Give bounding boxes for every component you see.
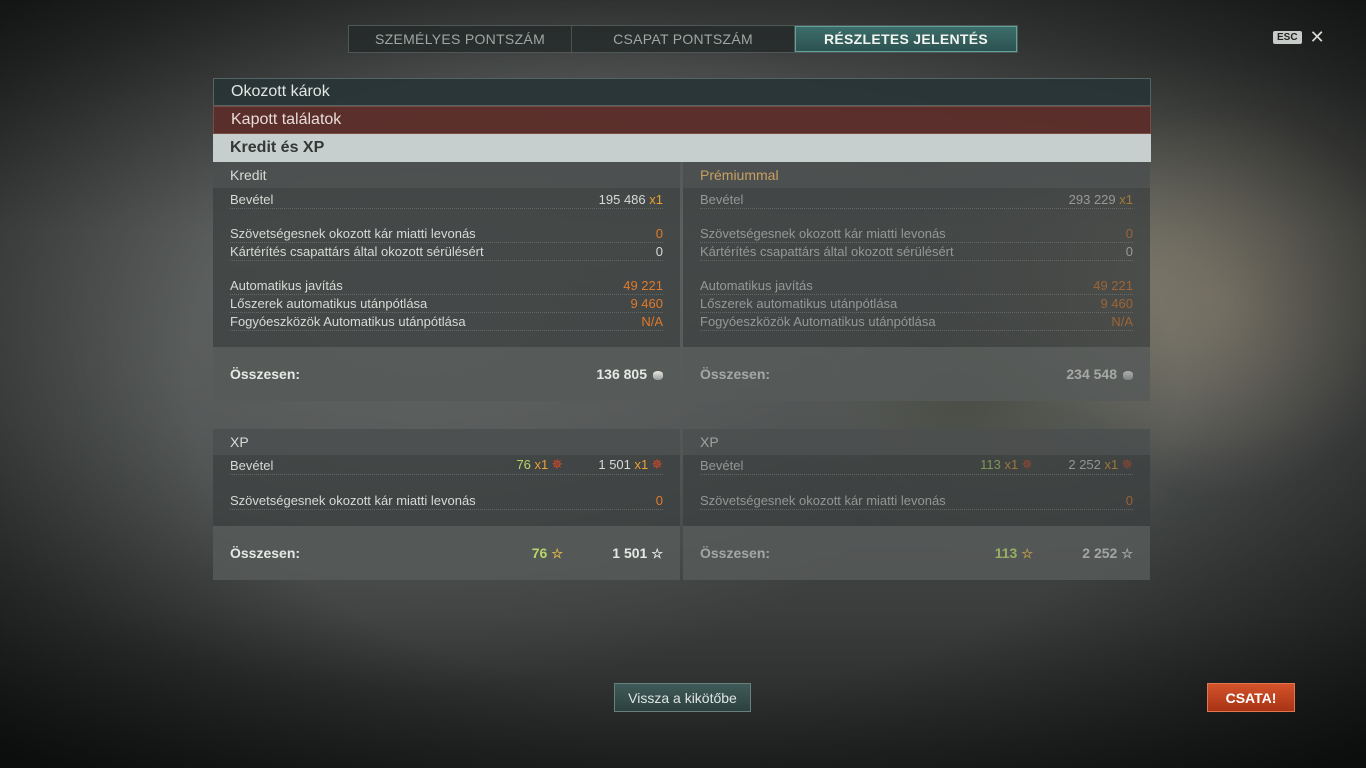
premium-compensation-label: Kártérítés csapattárs által okozott sérü… (700, 244, 954, 259)
xp-total-row: Összesen: 76 ☆ 1 501 ☆ (213, 526, 680, 580)
esc-key-hint: ESC (1273, 30, 1302, 44)
premium-total-value: 234 548 (1066, 366, 1133, 382)
premium-compensation-row: Kártérítés csapattárs által okozott sérü… (700, 243, 1133, 261)
tab-team-score[interactable]: CSAPAT PONTSZÁM (572, 26, 795, 52)
premium-auto-ammo-value: 9 460 (1100, 296, 1133, 311)
section-hits-received[interactable]: Kapott találatok (213, 106, 1151, 134)
section-damage-dealt[interactable]: Okozott károk (213, 78, 1151, 106)
tab-personal-score[interactable]: SZEMÉLYES PONTSZÁM (349, 26, 572, 52)
premium-compensation-value: 0 (1125, 244, 1133, 259)
premium-income-label: Bevétel (700, 192, 744, 207)
premium-income-value: 293 229 x1 (1068, 192, 1133, 207)
xp-star-icon: ☆ (1121, 545, 1133, 561)
xp-ally-damage-value: 0 (655, 493, 663, 508)
credits-ally-damage-row: Szövetségesnek okozott kár miatti levoná… (230, 225, 663, 243)
xp-income-xp: 1 501 (598, 457, 631, 472)
credits-auto-repair-label: Automatikus javítás (230, 278, 343, 293)
premium-auto-consumables-label: Fogyóeszközök Automatikus utánpótlása (700, 314, 936, 329)
xp-income-values: 76 x1 ✵ 1 501 x1 ✵ (516, 456, 663, 472)
credits-auto-consumables-row: Fogyóeszközök Automatikus utánpótlása N/… (230, 313, 663, 331)
xp-premium-total-free: 113 (994, 544, 1018, 561)
credits-auto-repair-row: Automatikus javítás 49 221 (230, 277, 663, 295)
premium-ally-damage-row: Szövetségesnek okozott kár miatti levoná… (700, 225, 1133, 243)
credit-coin-icon (653, 371, 663, 380)
xp-star-icon: ✵ (651, 456, 663, 472)
xp-premium-income-values: 113 x1 ✵ 2 252 x1 ✵ (980, 456, 1133, 472)
xp-premium-income-free: 113 (980, 457, 1001, 472)
xp-star-icon: ☆ (651, 545, 663, 561)
xp-premium-income-row: Bevétel 113 x1 ✵ 2 252 x1 ✵ (700, 456, 1133, 475)
premium-auto-consumables-row: Fogyóeszközök Automatikus utánpótlása N/… (700, 313, 1133, 331)
xp-total-label: Összesen: (230, 545, 301, 561)
elite-xp-icon: ✵ (1021, 456, 1033, 472)
credits-auto-ammo-value: 9 460 (630, 296, 663, 311)
credits-total-value: 136 805 (596, 366, 663, 382)
free-xp-star-icon: ☆ (551, 545, 563, 561)
xp-premium-total-values: 113 ☆ 2 252 ☆ (943, 545, 1133, 562)
credits-auto-repair-value: 49 221 (623, 278, 663, 293)
premium-income-row: Bevétel 293 229 x1 (700, 191, 1133, 209)
premium-total-label: Összesen: (700, 366, 771, 382)
elite-xp-icon: ✵ (551, 456, 563, 472)
xp-income-free: 76 (516, 457, 531, 472)
credits-panel-title: Kredit (213, 162, 680, 188)
premium-auto-consumables-value: N/A (1111, 314, 1133, 329)
xp-income-row: Bevétel 76 x1 ✵ 1 501 x1 ✵ (230, 456, 663, 475)
premium-ally-damage-label: Szövetségesnek okozott kár miatti levoná… (700, 226, 946, 241)
tab-detailed-report[interactable]: RÉSZLETES JELENTÉS (795, 26, 1017, 52)
credits-income-row: Bevétel 195 486 x1 (230, 191, 663, 209)
xp-premium-ally-damage-row: Szövetségesnek okozott kár miatti levoná… (700, 492, 1133, 510)
xp-premium-income-xp: 2 252 (1068, 457, 1101, 472)
credits-income-value: 195 486 x1 (598, 192, 663, 207)
xp-ally-damage-row: Szövetségesnek okozott kár miatti levoná… (230, 492, 663, 510)
free-xp-star-icon: ☆ (1021, 545, 1033, 561)
credits-compensation-row: Kártérítés csapattárs által okozott sérü… (230, 243, 663, 261)
credits-ally-damage-label: Szövetségesnek okozott kár miatti levoná… (230, 226, 476, 241)
credit-coin-icon (1123, 371, 1133, 380)
xp-premium-total-xp: 2 252 (1082, 544, 1118, 561)
credits-ally-damage-value: 0 (655, 226, 663, 241)
xp-premium-title: XP (683, 429, 1150, 455)
credits-compensation-value: 0 (655, 244, 663, 259)
premium-auto-ammo-row: Lőszerek automatikus utánpótlása 9 460 (700, 295, 1133, 313)
xp-panel-title: XP (213, 429, 680, 455)
xp-total-free: 76 (531, 544, 548, 561)
credits-income-label: Bevétel (230, 192, 274, 207)
close-button[interactable]: ESC ✕ (1273, 28, 1325, 46)
xp-total-values: 76 ☆ 1 501 ☆ (473, 545, 663, 562)
xp-premium-ally-damage-value: 0 (1125, 493, 1133, 508)
credits-premium-panel: Prémiummal Bevétel 293 229 x1 Szövetsége… (683, 162, 1150, 401)
credits-panel: Kredit Bevétel 195 486 x1 Szövetségesnek… (213, 162, 680, 401)
xp-star-icon: ✵ (1121, 456, 1133, 472)
credits-compensation-label: Kártérítés csapattárs által okozott sérü… (230, 244, 484, 259)
section-credits-xp[interactable]: Kredit és XP (213, 134, 1151, 162)
xp-premium-income-label: Bevétel (700, 458, 744, 473)
credits-total-label: Összesen: (230, 366, 301, 382)
credits-auto-consumables-label: Fogyóeszközök Automatikus utánpótlása (230, 314, 466, 329)
credits-total-row: Összesen: 136 805 (213, 347, 680, 401)
credits-auto-ammo-row: Lőszerek automatikus utánpótlása 9 460 (230, 295, 663, 313)
credits-auto-consumables-value: N/A (641, 314, 663, 329)
credits-premium-title: Prémiummal (683, 162, 1150, 188)
battle-button[interactable]: CSATA! (1207, 683, 1295, 712)
premium-auto-repair-label: Automatikus javítás (700, 278, 813, 293)
premium-auto-ammo-label: Lőszerek automatikus utánpótlása (700, 296, 898, 311)
xp-premium-total-label: Összesen: (700, 545, 771, 561)
tab-bar: SZEMÉLYES PONTSZÁM CSAPAT PONTSZÁM RÉSZL… (348, 25, 1018, 53)
xp-premium-ally-damage-label: Szövetségesnek okozott kár miatti levoná… (700, 493, 946, 508)
credits-auto-ammo-label: Lőszerek automatikus utánpótlása (230, 296, 428, 311)
xp-premium-total-row: Összesen: 113 ☆ 2 252 ☆ (683, 526, 1150, 580)
xp-ally-damage-label: Szövetségesnek okozott kár miatti levoná… (230, 493, 476, 508)
xp-premium-panel: XP Bevétel 113 x1 ✵ 2 252 x1 ✵ Szövetséges… (683, 429, 1150, 580)
xp-panel: XP Bevétel 76 x1 ✵ 1 501 x1 ✵ Szövetségesn… (213, 429, 680, 580)
xp-income-label: Bevétel (230, 458, 274, 473)
premium-auto-repair-value: 49 221 (1093, 278, 1133, 293)
premium-ally-damage-value: 0 (1125, 226, 1133, 241)
back-to-port-button[interactable]: Vissza a kikötőbe (614, 683, 751, 712)
xp-total-xp: 1 501 (612, 544, 648, 561)
close-icon[interactable]: ✕ (1310, 28, 1325, 46)
premium-auto-repair-row: Automatikus javítás 49 221 (700, 277, 1133, 295)
premium-total-row: Összesen: 234 548 (683, 347, 1150, 401)
